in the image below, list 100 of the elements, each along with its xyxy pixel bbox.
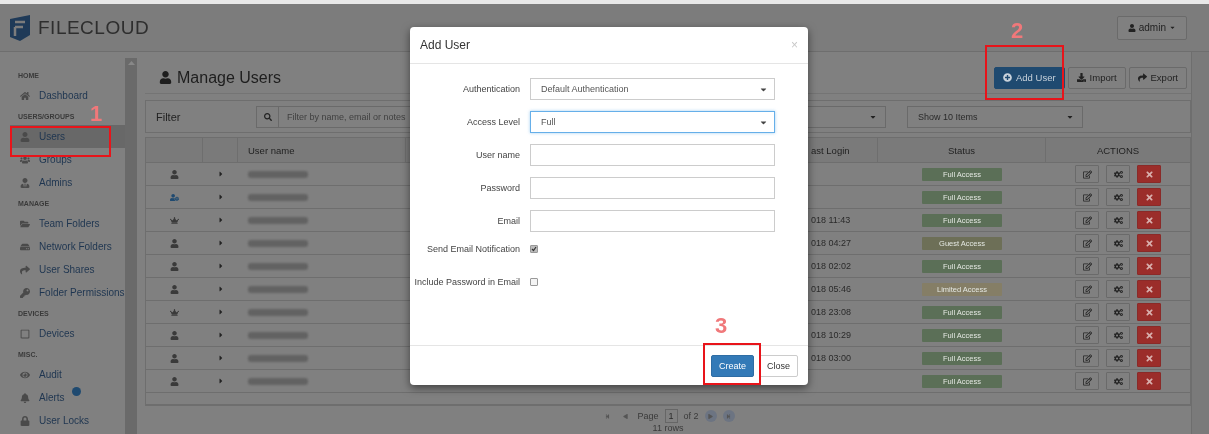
page-label: Page [637,411,659,421]
sidebar-item[interactable]: Network Folders [10,235,125,258]
edit-button[interactable] [1075,257,1099,275]
delete-button[interactable] [1137,349,1161,367]
input-field[interactable] [530,210,775,232]
delete-button[interactable] [1137,257,1161,275]
settings-button[interactable] [1106,188,1130,206]
delete-button[interactable] [1137,188,1161,206]
blurred-name [248,285,308,293]
gears-icon [1113,284,1123,294]
edit-button[interactable] [1075,211,1099,229]
close-button[interactable]: Close [759,354,798,377]
delete-button[interactable] [1137,303,1161,321]
blurred-name [248,331,308,339]
sidebar-item[interactable]: Folder Permissions [10,281,125,304]
home-icon [20,90,30,101]
sidebar-item[interactable]: User Locks [10,409,125,432]
bell-icon [20,392,30,403]
edit-button[interactable] [1075,303,1099,321]
edit-icon [1082,353,1092,363]
toolbar-button[interactable]: Export [1128,66,1187,89]
edit-button[interactable] [1075,349,1099,367]
next-page-button[interactable] [704,410,717,422]
sidebar-item[interactable]: User Shares [10,258,125,281]
sidebar-item[interactable]: Alerts [10,386,125,409]
edit-button[interactable] [1075,188,1099,206]
edit-button[interactable] [1075,165,1099,183]
column-header: User name [238,138,406,162]
edit-button[interactable] [1075,326,1099,344]
person-icon [170,238,179,248]
filter-label: Filter [156,110,182,123]
close-icon [1144,238,1154,248]
person-icon [170,169,179,179]
delete-button[interactable] [1137,280,1161,298]
close-icon [1144,376,1154,386]
edit-button[interactable] [1075,372,1099,390]
input-field[interactable] [530,177,775,199]
field-label: Password [479,181,520,195]
logo-text: FILECLOUD [38,16,150,39]
toolbar-button[interactable]: Import [1067,66,1126,89]
field-label: Send Email Notification [425,243,520,256]
close-icon [1144,261,1154,271]
select-field[interactable]: Full [530,111,775,133]
create-button[interactable]: Create [710,354,754,377]
edit-icon [1082,261,1092,271]
sidebar-item[interactable]: Admins [10,171,125,194]
crown-icon [170,215,179,225]
checkbox[interactable] [530,245,538,253]
delete-button[interactable] [1137,326,1161,344]
close-icon [1144,192,1154,202]
sidebar-item[interactable]: Team Folders [10,212,125,235]
delete-button[interactable] [1137,234,1161,252]
page-input[interactable]: 1 [664,409,678,423]
last-page-button[interactable] [722,410,735,422]
edit-icon [1082,192,1092,202]
settings-button[interactable] [1106,280,1130,298]
close-button[interactable]: × [791,38,798,52]
close-icon [1144,353,1154,363]
checkbox[interactable] [530,278,538,286]
settings-button[interactable] [1106,257,1130,275]
search-button[interactable] [256,105,279,128]
next-icon [708,413,714,419]
settings-button[interactable] [1106,303,1130,321]
settings-button[interactable] [1106,326,1130,344]
delete-button[interactable] [1137,165,1161,183]
field-label: Include Password in Email [413,276,520,289]
edit-button[interactable] [1075,234,1099,252]
share-arrow-icon [20,264,30,275]
table-cell-text: 018 10:29 [810,329,853,342]
edit-icon [1082,330,1092,340]
settings-button[interactable] [1106,234,1130,252]
close-icon [1144,330,1154,340]
settings-button[interactable] [1106,165,1130,183]
input-field[interactable] [530,144,775,166]
search-icon [263,112,272,121]
toolbar-button[interactable]: Add User [994,66,1065,89]
page-size-select[interactable]: Show 10 Items [907,105,1083,128]
field-label: Authentication [461,82,520,96]
blurred-name [248,377,308,385]
settings-button[interactable] [1106,211,1130,229]
admin-user-icon [20,177,30,188]
delete-button[interactable] [1137,211,1161,229]
person-icon [170,376,179,386]
delete-button[interactable] [1137,372,1161,390]
person-icon [170,284,179,294]
settings-button[interactable] [1106,372,1130,390]
page-title: Manage Users [177,68,282,87]
page-total: of 2 [683,411,699,421]
gears-icon [1113,238,1123,248]
crown-icon [170,307,179,317]
table-cell-text: 018 23:08 [810,306,853,319]
table-cell-text: 018 02:02 [810,260,853,273]
user-icon [20,131,30,142]
sidebar-item[interactable]: Audit [10,363,125,386]
select-field[interactable]: Default Authentication [530,78,775,100]
settings-button[interactable] [1106,349,1130,367]
table-cell-text: 018 05:46 [810,283,853,296]
edit-button[interactable] [1075,280,1099,298]
user-menu[interactable]: admin [1116,15,1187,40]
sidebar-item[interactable]: Devices [10,322,125,345]
